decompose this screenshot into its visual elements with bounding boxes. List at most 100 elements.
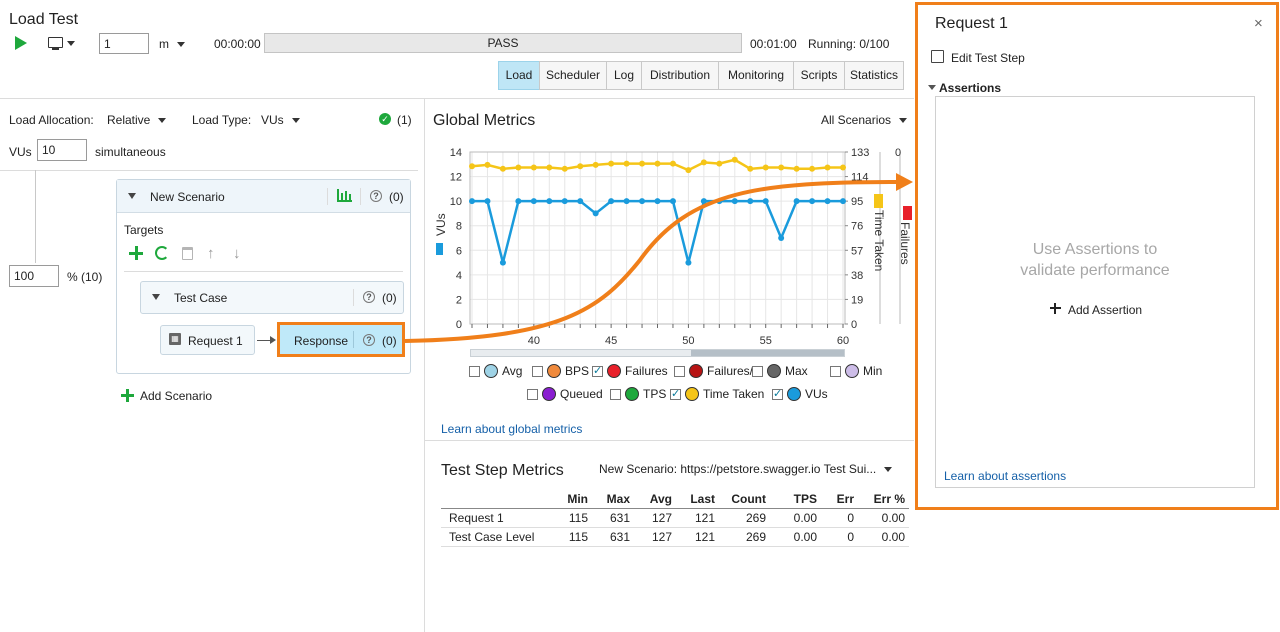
learn-assertions-link[interactable]: Learn about assertions <box>944 469 1066 483</box>
targets-divider <box>124 271 403 272</box>
tab-log[interactable]: Log <box>606 61 642 90</box>
data-point <box>639 198 646 205</box>
chart-bars-icon-part <box>345 191 347 200</box>
data-point <box>778 164 785 171</box>
help-icon[interactable]: ? <box>363 334 375 346</box>
legend-swatch <box>689 364 703 378</box>
scenario-filter-select[interactable]: All Scenarios <box>821 113 907 127</box>
edit-icon[interactable] <box>931 50 944 63</box>
legend-checkbox[interactable] <box>772 387 783 400</box>
legend-item-avg[interactable]: Avg <box>469 364 522 378</box>
legend-item-vus[interactable]: VUs <box>772 387 828 401</box>
table-header-cell: Last <box>690 492 715 506</box>
data-point <box>716 198 723 205</box>
y-left-tick: 12 <box>450 172 462 184</box>
add-assertion-icon[interactable] <box>1050 303 1061 314</box>
data-point <box>623 160 630 167</box>
y-right-tick: 114 <box>851 172 869 184</box>
table-cell: 0.00 <box>793 511 817 525</box>
add-assertion-button[interactable]: Add Assertion <box>1068 303 1142 317</box>
data-point <box>809 198 816 205</box>
data-point <box>685 259 692 266</box>
legend-checkbox[interactable] <box>610 388 621 400</box>
help-icon[interactable]: ? <box>370 190 382 202</box>
delete-icon[interactable] <box>182 247 193 260</box>
data-point <box>592 161 599 168</box>
legend-checkbox[interactable] <box>592 364 603 377</box>
chevron-down-icon[interactable] <box>67 41 75 46</box>
tab-scripts[interactable]: Scripts <box>793 61 845 90</box>
legend-item-min[interactable]: Min <box>830 364 882 378</box>
chart-scrollbar-thumb[interactable] <box>691 350 844 356</box>
y-right-tick: 57 <box>851 245 863 257</box>
move-down-icon[interactable]: ↓ <box>233 245 241 262</box>
load-allocation-select[interactable]: Relative <box>107 113 166 127</box>
add-from-icon[interactable] <box>155 246 169 260</box>
legend-checkbox[interactable] <box>674 365 685 377</box>
tab-monitoring[interactable]: Monitoring <box>718 61 794 90</box>
vus-input[interactable]: 10 <box>37 139 87 161</box>
status-bar: PASS <box>264 33 742 53</box>
legend-checkbox[interactable] <box>532 365 543 377</box>
play-icon[interactable] <box>15 36 27 50</box>
assertions-placeholder-line1: Use Assertions to <box>1032 241 1158 258</box>
load-type-select[interactable]: VUs <box>261 113 300 127</box>
duration-input[interactable]: 1 <box>99 33 149 54</box>
table-header-cell: Err % <box>873 492 905 506</box>
legend-checkbox[interactable] <box>670 387 681 400</box>
add-icon[interactable] <box>129 246 143 260</box>
data-point <box>840 164 846 171</box>
test-step-filter-select[interactable]: New Scenario: https://petstore.swagger.i… <box>599 462 892 476</box>
time-taken-axis-swatch <box>874 194 883 208</box>
legend-item-bps[interactable]: BPS <box>532 364 589 378</box>
data-point <box>824 164 831 171</box>
table-cell: 121 <box>694 530 715 544</box>
legend-item-max[interactable]: Max <box>752 364 808 378</box>
test-step-filter-value: New Scenario: https://petstore.swagger.i… <box>599 462 877 476</box>
data-point <box>592 210 599 217</box>
collapse-arrow-icon[interactable] <box>152 294 160 300</box>
legend-checkbox[interactable] <box>527 388 538 400</box>
percent-label: % (10) <box>67 270 103 284</box>
chart-bars-icon[interactable] <box>337 189 352 202</box>
legend-checkbox[interactable] <box>469 365 480 377</box>
y-right-tick: 19 <box>851 294 863 306</box>
scenario-header-sep <box>327 188 328 205</box>
table-header-cell: Count <box>731 492 766 506</box>
collapse-arrow-icon[interactable] <box>928 85 936 90</box>
data-point <box>639 160 646 167</box>
tab-statistics[interactable]: Statistics <box>844 61 904 90</box>
close-icon[interactable]: × <box>1254 15 1263 32</box>
help-icon[interactable]: ? <box>363 291 375 303</box>
data-point <box>515 164 522 171</box>
percent-input[interactable]: 100 <box>9 265 59 287</box>
tab-distribution[interactable]: Distribution <box>641 61 719 90</box>
tab-scheduler[interactable]: Scheduler <box>539 61 607 90</box>
collapse-arrow-icon[interactable] <box>128 193 136 199</box>
targets-label: Targets <box>124 223 164 237</box>
monitor-icon[interactable] <box>48 37 63 48</box>
status-text: PASS <box>487 36 519 50</box>
legend-item-failures[interactable]: Failures <box>592 364 668 378</box>
legend-checkbox[interactable] <box>830 365 841 377</box>
edit-test-step-button[interactable]: Edit Test Step <box>951 51 1025 65</box>
legend-item-queued[interactable]: Queued <box>527 387 603 401</box>
response-sep <box>353 331 354 348</box>
scenario-count: (0) <box>389 190 404 204</box>
learn-global-metrics-link[interactable]: Learn about global metrics <box>441 422 582 436</box>
legend-item-time-taken[interactable]: Time Taken <box>670 387 764 401</box>
legend-checkbox[interactable] <box>752 365 763 377</box>
legend-swatch <box>787 387 801 401</box>
move-up-icon[interactable]: ↑ <box>207 245 215 262</box>
data-point <box>515 198 522 205</box>
legend-item-tps[interactable]: TPS <box>610 387 666 401</box>
y-left-tick: 8 <box>456 221 462 233</box>
duration-unit-select[interactable]: m <box>159 37 185 51</box>
tab-load[interactable]: Load <box>498 61 540 90</box>
data-point <box>669 198 676 205</box>
add-scenario-button[interactable]: Add Scenario <box>140 389 212 403</box>
y-right-tick: 76 <box>851 221 863 233</box>
page-title: Load Test <box>9 11 79 28</box>
legend-item-failures-s[interactable]: Failures/s <box>674 364 759 378</box>
add-scenario-icon[interactable] <box>121 389 134 402</box>
